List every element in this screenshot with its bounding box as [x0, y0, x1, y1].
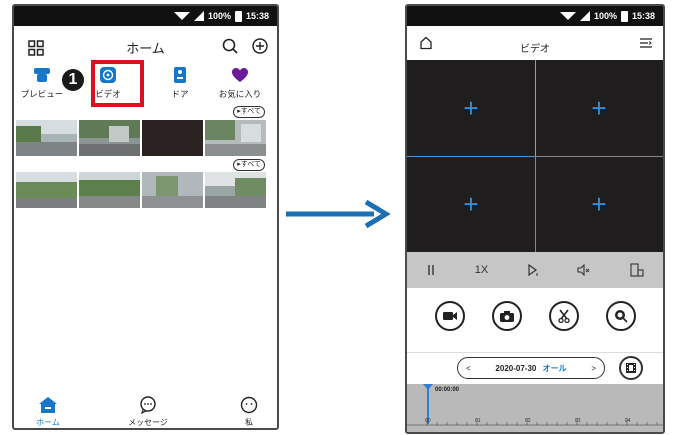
battery-percent: 100% — [593, 11, 617, 21]
camera-preview-icon — [34, 68, 50, 82]
clip-button[interactable] — [548, 301, 579, 331]
video-thumbnail[interactable] — [16, 172, 77, 208]
filter-all[interactable]: オール — [543, 364, 567, 373]
video-highlight-box — [91, 60, 144, 107]
timeline-cursor-head[interactable] — [423, 384, 433, 390]
category-label: お気に入り — [218, 89, 262, 99]
home-screen: 100% 15:38 ホーム プレビュー ビデオ ドア お気に入り 1 ▸すべて… — [12, 4, 279, 430]
timeline-hour-label: 02 — [525, 418, 531, 424]
heart-icon — [232, 68, 248, 82]
video-grid: + + + + — [407, 60, 663, 252]
status-time: 15:38 — [631, 11, 655, 21]
nav-me[interactable]: 私 — [219, 396, 277, 428]
grid-divider — [535, 156, 663, 157]
nav-message[interactable]: メッセージ — [118, 396, 178, 428]
message-icon — [140, 396, 156, 414]
video-pane[interactable]: + — [535, 156, 663, 252]
video-pane[interactable]: + — [407, 60, 535, 156]
face-search-icon — [614, 310, 628, 323]
face-search-button[interactable] — [605, 301, 636, 331]
rotate-screen-icon[interactable] — [630, 263, 644, 277]
video-pane[interactable]: + — [407, 156, 535, 252]
timeline-hour-label: 03 — [575, 418, 581, 424]
previous-date-button[interactable]: < — [466, 364, 471, 373]
list-menu-icon[interactable] — [639, 37, 653, 49]
add-camera-icon[interactable]: + — [463, 191, 478, 217]
cell-signal-icon — [579, 11, 590, 21]
video-thumbnail[interactable] — [79, 172, 140, 208]
scissors-icon — [557, 309, 570, 323]
timeline-hour-label: 01 — [475, 418, 481, 424]
mute-icon[interactable] — [577, 264, 591, 276]
home-header: ホーム — [14, 30, 277, 64]
snapshot-button[interactable] — [491, 301, 522, 331]
add-icon[interactable] — [251, 37, 269, 55]
nav-label: メッセージ — [128, 418, 168, 427]
grid-divider — [407, 156, 535, 157]
timeline-hour-label: 00 — [425, 418, 431, 424]
video-screen: 100% 15:38 ビデオ + + + + 1X < 2020-07-30 オ… — [405, 4, 665, 434]
timeline-view-button[interactable] — [619, 356, 643, 380]
page-title: ビデオ — [520, 44, 550, 55]
battery-icon — [234, 10, 242, 22]
timeline-hour-label: 04 — [625, 418, 631, 424]
status-bar: 100% 15:38 — [407, 6, 663, 26]
playback-timeline[interactable]: 00:00:00 00 01 02 03 04 — [407, 384, 663, 432]
thumbnail-row — [16, 172, 266, 208]
battery-icon — [620, 10, 628, 22]
home-icon — [39, 397, 57, 413]
grid-divider — [535, 156, 536, 252]
wifi-signal-icon — [173, 12, 190, 20]
action-buttons — [407, 298, 663, 334]
playback-speed-button[interactable]: 1X — [475, 264, 488, 276]
playback-controls: 1X — [407, 252, 663, 288]
category-door[interactable]: ドア — [152, 66, 208, 100]
video-header: ビデオ — [407, 26, 663, 61]
nav-label: ホーム — [36, 418, 60, 427]
status-time: 15:38 — [245, 11, 269, 21]
see-all-button[interactable]: ▸すべて — [233, 159, 265, 171]
date-selector: < 2020-07-30 オール > — [457, 357, 605, 379]
video-thumbnail[interactable] — [205, 120, 266, 156]
add-camera-icon[interactable]: + — [463, 95, 478, 121]
timeline-time: 00:00:00 — [435, 387, 460, 393]
transition-arrow-icon — [286, 200, 390, 228]
video-pane[interactable]: + — [535, 60, 663, 156]
video-thumbnail[interactable] — [142, 120, 203, 156]
date-value[interactable]: 2020-07-30 — [495, 364, 536, 373]
signal-icons — [559, 11, 590, 21]
next-date-button[interactable]: > — [591, 364, 596, 373]
category-label: プレビュー — [20, 89, 64, 99]
add-camera-icon[interactable]: + — [591, 95, 606, 121]
record-button[interactable] — [434, 301, 465, 331]
cell-signal-icon — [193, 11, 204, 21]
video-camera-icon — [442, 312, 457, 320]
add-camera-icon[interactable]: + — [591, 191, 606, 217]
door-icon — [174, 67, 186, 83]
date-selector-row: < 2020-07-30 オール > — [407, 352, 663, 383]
nav-home[interactable]: ホーム — [18, 396, 78, 428]
battery-percent: 100% — [207, 11, 231, 21]
pause-icon[interactable] — [426, 264, 436, 276]
see-all-button[interactable]: ▸すべて — [233, 106, 265, 118]
video-thumbnail[interactable] — [142, 172, 203, 208]
film-strip-icon — [626, 363, 636, 373]
video-thumbnail[interactable] — [79, 120, 140, 156]
search-icon[interactable] — [221, 37, 239, 55]
bottom-navigation: ホーム メッセージ 私 — [14, 390, 277, 428]
category-label: ドア — [171, 89, 189, 99]
frame-step-icon[interactable] — [527, 264, 539, 276]
thumbnail-row — [16, 120, 266, 156]
camera-icon — [499, 310, 514, 322]
signal-icons — [173, 11, 204, 21]
video-thumbnail[interactable] — [16, 120, 77, 156]
category-row: プレビュー ビデオ ドア お気に入り — [14, 66, 277, 108]
status-bar: 100% 15:38 — [14, 6, 277, 26]
category-favorites[interactable]: お気に入り — [212, 66, 268, 100]
nav-label: 私 — [245, 418, 253, 427]
step-badge: 1 — [62, 69, 84, 91]
video-thumbnail[interactable] — [205, 172, 266, 208]
wifi-signal-icon — [559, 12, 576, 20]
profile-icon — [240, 396, 258, 414]
